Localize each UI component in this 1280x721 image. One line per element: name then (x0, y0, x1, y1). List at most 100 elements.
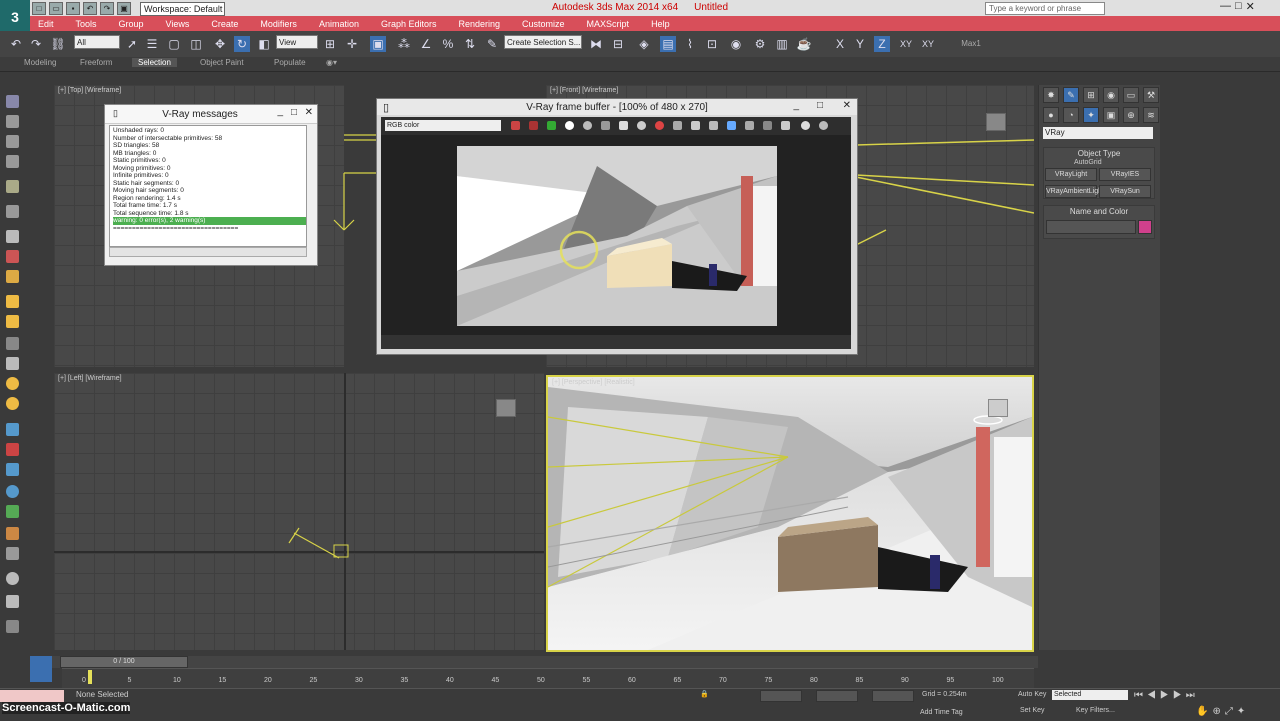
render-region-icon[interactable] (727, 121, 736, 130)
stop-icon[interactable] (655, 121, 664, 130)
box-icon[interactable] (6, 230, 19, 243)
light-icon[interactable] (6, 270, 19, 283)
menu-maxscript[interactable]: MAXScript (587, 19, 630, 29)
menu-graph-editors[interactable]: Graph Editors (381, 19, 437, 29)
tab-object-paint[interactable]: Object Paint (200, 58, 244, 67)
utilities-panel-icon[interactable]: ⚒ (1143, 87, 1159, 103)
angle-snap-icon[interactable]: ∠ (418, 36, 434, 52)
lock-selection-icon[interactable]: 🔒 (700, 690, 709, 698)
viewport-left[interactable]: [+] [Left] [Wireframe] (54, 373, 544, 650)
display-panel-icon[interactable]: ▭ (1123, 87, 1139, 103)
reference-coordinate-dropdown[interactable]: View (276, 35, 318, 49)
navigation-controls[interactable]: ✋⊕⤢✦ (1196, 706, 1249, 717)
object-name-field[interactable] (1046, 220, 1136, 234)
undo-icon[interactable]: ↶ (8, 36, 24, 52)
sphere-icon[interactable] (6, 250, 19, 263)
pivot-center-icon[interactable]: ⊞ (322, 36, 338, 52)
selection-filter-dropdown[interactable]: All (74, 35, 120, 49)
percent-snap-icon[interactable]: % (440, 36, 456, 52)
modify-panel-icon[interactable]: ✎ (1063, 87, 1079, 103)
vraylight-button[interactable]: VRayLight (1045, 168, 1097, 181)
render-setup-icon[interactable]: ⚙ (752, 36, 768, 52)
rendered-frame-window-icon[interactable]: ▥ (774, 36, 790, 52)
grid-icon[interactable] (6, 595, 19, 608)
close-icon[interactable]: ✕ (843, 100, 851, 111)
camera-icon[interactable] (6, 337, 19, 350)
light-omni-icon[interactable] (6, 295, 19, 308)
axis-z-button[interactable]: Z (874, 36, 890, 52)
spacewarp-icon[interactable] (6, 423, 19, 436)
vraysun-button[interactable]: VRaySun (1099, 185, 1151, 198)
spinner-snap-icon[interactable]: ⇅ (462, 36, 478, 52)
axis-y-button[interactable]: Y (852, 36, 868, 52)
viewcube-icon[interactable] (496, 399, 516, 417)
green-channel-icon[interactable] (547, 121, 556, 130)
select-link-icon[interactable]: ⛓ (50, 36, 66, 52)
render-icon[interactable] (801, 121, 810, 130)
horizontal-scrollbar[interactable] (109, 247, 307, 257)
timeline-track[interactable]: 0 5 10 15 20 25 30 35 40 45 50 55 60 65 70 75 80 85 90 95 10… (62, 668, 1034, 689)
viewcube-icon[interactable] (988, 399, 1008, 417)
spacewarps-icon[interactable]: ≋ (1143, 107, 1159, 123)
viewport-label[interactable]: [+] [Perspective] [Realistic] (552, 379, 635, 386)
tab-populate[interactable]: Populate (274, 58, 306, 67)
geometry-icon[interactable]: ● (1043, 107, 1059, 123)
material-editor-icon[interactable]: ◉ (728, 36, 744, 52)
rotate-icon[interactable]: ↻ (234, 36, 250, 52)
name-color-header[interactable]: Name and Color (1044, 206, 1154, 217)
lens-effects-icon[interactable] (763, 121, 772, 130)
axis-x-button[interactable]: X (832, 36, 848, 52)
tab-freeform[interactable]: Freeform (80, 58, 112, 67)
move-icon[interactable]: ✥ (212, 36, 228, 52)
auto-key-label[interactable]: Auto Key (1018, 691, 1046, 698)
color-correction-icon[interactable] (781, 121, 790, 130)
biped-icon[interactable] (6, 527, 19, 540)
tab-selection[interactable]: Selection (132, 58, 177, 67)
key-mode-dropdown[interactable]: Selected (1052, 690, 1128, 700)
red-channel-icon[interactable] (529, 121, 538, 130)
viewcube-icon[interactable] (986, 113, 1006, 131)
select-manipulate-icon[interactable]: ✛ (344, 36, 360, 52)
menu-rendering[interactable]: Rendering (459, 19, 501, 29)
clear-icon[interactable] (637, 121, 646, 130)
vray-messages-log[interactable]: Unshaded rays: 0 Number of intersectable … (109, 125, 307, 247)
curve-editor-icon[interactable]: ⌇ (682, 36, 698, 52)
render-production-icon[interactable]: ☕ (796, 36, 812, 52)
close-icon[interactable]: ✕ (1246, 0, 1255, 13)
close-icon[interactable]: ✕ (305, 107, 313, 118)
maximize-icon[interactable]: □ (291, 107, 297, 118)
scale-icon[interactable]: ◧ (256, 36, 272, 52)
renderer-dropdown[interactable]: VRay (1043, 127, 1153, 139)
select-object-icon[interactable]: ➚ (124, 36, 140, 52)
keyboard-shortcut-icon[interactable]: ▣ (370, 36, 386, 52)
maximize-icon[interactable]: □ (1235, 0, 1242, 13)
sky-icon[interactable] (6, 397, 19, 410)
object-color-swatch[interactable] (1138, 220, 1152, 234)
maxscript-listener[interactable] (0, 690, 64, 702)
sun-icon[interactable] (6, 377, 19, 390)
set-key-label[interactable]: Set Key (1020, 707, 1045, 714)
shapes-icon[interactable]: ◔ (1063, 107, 1079, 123)
z-coordinate-field[interactable] (872, 690, 914, 702)
time-slider[interactable]: 0 / 100 (60, 656, 188, 668)
y-coordinate-field[interactable] (816, 690, 858, 702)
lights-icon[interactable]: ✦ (1083, 107, 1099, 123)
plugin-icon[interactable] (6, 620, 19, 633)
white-channel-icon[interactable] (565, 121, 574, 130)
display-icon[interactable] (6, 180, 19, 193)
menu-tools[interactable]: Tools (76, 19, 97, 29)
link-icon[interactable] (745, 121, 754, 130)
sphere-primitive-icon[interactable] (6, 572, 19, 585)
snap-toggle-icon[interactable]: ⁂ (396, 36, 412, 52)
save-icon[interactable] (619, 121, 628, 130)
help-search-input[interactable]: Type a keyword or phrase (985, 2, 1105, 15)
helpers-icon[interactable]: ⊕ (1123, 107, 1139, 123)
mini-curve-icon[interactable] (30, 656, 52, 682)
minimize-icon[interactable]: _ (277, 106, 283, 117)
menu-animation[interactable]: Animation (319, 19, 359, 29)
menu-modifiers[interactable]: Modifiers (260, 19, 297, 29)
particle-icon[interactable] (6, 485, 19, 498)
paint-icon[interactable] (6, 443, 19, 456)
mirror-icon[interactable]: ⧓ (588, 36, 604, 52)
motion-icon[interactable] (6, 155, 19, 168)
